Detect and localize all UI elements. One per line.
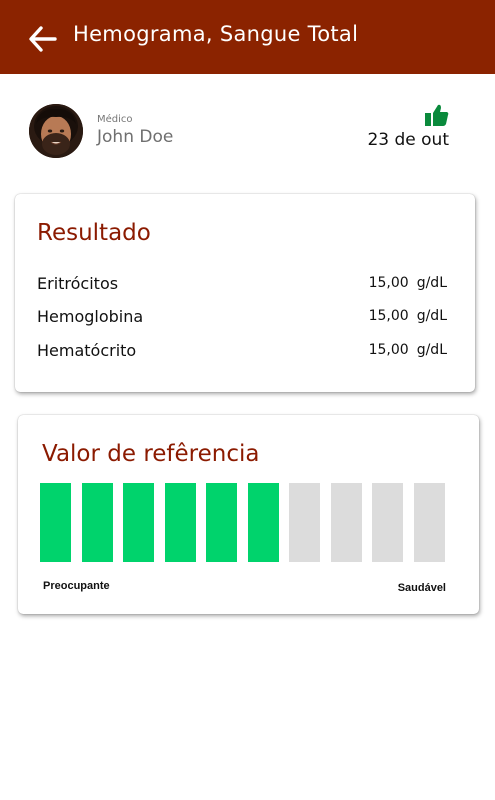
result-value: 15,00 (368, 308, 409, 324)
result-title: Resultado (37, 220, 151, 246)
level-bar (82, 483, 113, 562)
level-bar (123, 483, 154, 562)
avatar-photo (29, 104, 83, 158)
reference-scale (40, 483, 445, 562)
reference-title: Valor de refêrencia (42, 441, 260, 467)
result-card: Resultado Eritrócitos 15,00 g/dL Hemoglob… (15, 194, 475, 392)
level-bar (40, 483, 71, 562)
result-row-name: Hemoglobina (37, 306, 144, 326)
result-row-value: 15,00 g/dL (369, 308, 447, 324)
result-row: Hemoglobina 15,00 g/dL (37, 305, 447, 327)
result-row: Hematócrito 15,00 g/dL (37, 339, 447, 361)
level-bar (165, 483, 196, 562)
result-unit: g/dL (416, 342, 447, 358)
result-unit: g/dL (416, 308, 447, 324)
scale-high-label: Saudável (397, 582, 446, 594)
arrow-left-icon (29, 26, 57, 52)
doctor-name: John Doe (97, 127, 174, 147)
doctor-avatar[interactable] (29, 104, 83, 158)
result-row-value: 15,00 g/dL (369, 342, 447, 358)
result-value: 15,00 (368, 275, 409, 291)
result-row: Eritrócitos 15,00 g/dL (37, 272, 447, 294)
level-bar (206, 483, 237, 562)
app-bar: Hemograma, Sangue Total (0, 0, 495, 74)
doctor-role-label: Médico (97, 114, 133, 125)
level-bar (414, 483, 445, 562)
thumbs-up-icon (425, 104, 449, 126)
result-unit: g/dL (416, 275, 447, 291)
result-row-value: 15,00 g/dL (369, 275, 447, 291)
level-bar (289, 483, 320, 562)
level-bar (248, 483, 279, 562)
level-bar (372, 483, 403, 562)
reference-card: Valor de refêrencia Preocupante Saudável (18, 415, 479, 614)
exam-date: 23 de out (367, 130, 449, 150)
page-title: Hemograma, Sangue Total (73, 22, 359, 46)
result-row-name: Eritrócitos (37, 273, 119, 293)
level-bar (331, 483, 362, 562)
back-button[interactable] (22, 21, 64, 57)
result-row-name: Hematócrito (37, 340, 137, 360)
scale-low-label: Preocupante (43, 580, 110, 592)
result-value: 15,00 (368, 342, 409, 358)
